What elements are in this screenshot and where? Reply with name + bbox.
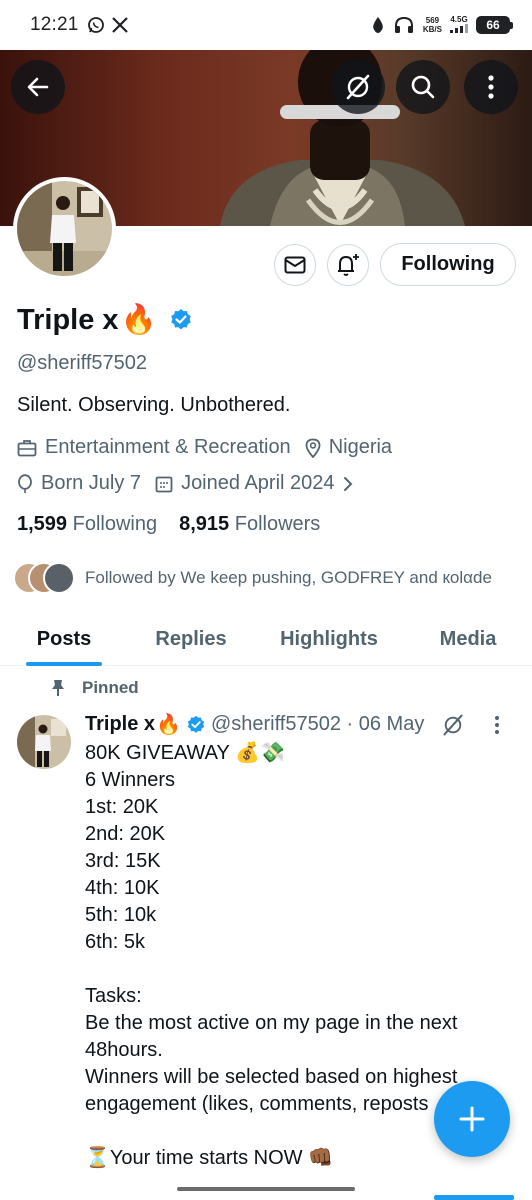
chevron-right-icon bbox=[343, 476, 352, 491]
bottom-action-strip bbox=[434, 1195, 514, 1200]
tweet-meta: @sheriff57502 · 06 May bbox=[210, 713, 425, 735]
notify-button[interactable] bbox=[327, 244, 369, 286]
display-name: Triple x 🔥 bbox=[17, 303, 193, 337]
tweet-author-name[interactable]: Triple x bbox=[85, 713, 155, 736]
tweet-line bbox=[85, 1118, 485, 1145]
tweet-line: 48hours. bbox=[85, 1039, 163, 1061]
profile-location: Nigeria bbox=[328, 436, 393, 458]
envelope-icon bbox=[284, 256, 306, 274]
grok-icon[interactable] bbox=[441, 713, 465, 737]
message-button[interactable] bbox=[274, 244, 316, 286]
battery-indicator: 66 bbox=[476, 16, 513, 34]
tweet-author-emoji: 🔥 bbox=[156, 714, 181, 736]
grok-button[interactable] bbox=[331, 60, 385, 114]
avatar-image bbox=[17, 181, 112, 276]
tweet-line: engagement (likes, comments, reposts bbox=[85, 1093, 429, 1115]
balloon-icon bbox=[18, 473, 32, 493]
pinned-label: Pinned bbox=[50, 678, 139, 698]
more-vertical-icon bbox=[488, 75, 494, 99]
profile-tabs: Posts Replies Highlights Media bbox=[0, 612, 532, 666]
tweet-line: 4th: 10K bbox=[85, 877, 160, 899]
arrow-left-icon bbox=[27, 77, 49, 97]
back-button[interactable] bbox=[11, 60, 65, 114]
tab-replies[interactable]: Replies bbox=[128, 612, 254, 666]
tweet-avatar-image bbox=[17, 715, 71, 769]
tweet-line bbox=[85, 956, 485, 983]
network-type: 4.5G bbox=[450, 15, 468, 35]
briefcase-icon bbox=[17, 439, 37, 456]
headphones-icon bbox=[394, 16, 413, 33]
tweet-line: 3rd: 15K bbox=[85, 850, 161, 872]
verified-badge-icon bbox=[170, 309, 191, 330]
search-icon bbox=[411, 75, 435, 99]
follow-counts: 1,599 Following 8,915 Followers bbox=[17, 513, 320, 536]
following-button[interactable]: Following bbox=[380, 243, 516, 286]
profile-avatar[interactable] bbox=[13, 177, 116, 280]
following-count-link[interactable]: 1,599 Following bbox=[17, 513, 157, 536]
bell-plus-icon bbox=[338, 254, 359, 276]
followed-by-text: Followed by We keep pushing, GODFREY and… bbox=[85, 568, 492, 587]
profile-joined: Joined April 2024 bbox=[181, 472, 335, 494]
profile-bio: Silent. Observing. Unbothered. bbox=[17, 394, 291, 416]
profile-meta-row-2: Born July 7 Joined April 2024 bbox=[17, 472, 359, 495]
grok-icon bbox=[346, 74, 370, 100]
data-saver-icon bbox=[373, 17, 383, 33]
tweet-line: ⏳Your time starts NOW 👊🏾 bbox=[85, 1147, 333, 1169]
tweet-line: Be the most active on my page in the nex… bbox=[85, 1012, 458, 1034]
tweet-line: 2nd: 20K bbox=[85, 823, 166, 845]
status-bar: 12:21 569 KB/S 4.5G 66 bbox=[0, 0, 532, 50]
tweet-line: Tasks: bbox=[85, 985, 142, 1007]
tweet-line: 5th: 10k bbox=[85, 904, 157, 926]
network-speed: 569 KB/S bbox=[422, 16, 442, 34]
tweet-line: 6th: 5k bbox=[85, 931, 146, 953]
tab-media[interactable]: Media bbox=[404, 612, 532, 666]
profile-handle: @sheriff57502 bbox=[17, 352, 148, 374]
followers-count-link[interactable]: 8,915 Followers bbox=[179, 513, 320, 536]
tweet-line: 1st: 20K bbox=[85, 796, 159, 818]
fire-emoji: 🔥 bbox=[120, 304, 157, 336]
followed-by-row[interactable]: Followed by We keep pushing, GODFREY and… bbox=[13, 562, 492, 594]
calendar-icon bbox=[155, 476, 173, 492]
profile-birthday: Born July 7 bbox=[41, 472, 142, 494]
gesture-nav-handle[interactable] bbox=[177, 1187, 355, 1191]
profile-meta-row-1: Entertainment & Recreation Nigeria bbox=[17, 436, 398, 459]
tweet-line: 6 Winners bbox=[85, 769, 176, 791]
tweet-body: 80K GIVEAWAY 💰💸 6 Winners 1st: 20K 2nd: … bbox=[85, 740, 485, 1172]
tweet-header: Triple x 🔥 @sheriff57502 · 06 May bbox=[85, 712, 500, 737]
display-name-text: Triple x bbox=[17, 303, 119, 336]
plus-icon bbox=[459, 1106, 485, 1132]
compose-button[interactable] bbox=[434, 1081, 510, 1157]
more-button[interactable] bbox=[464, 60, 518, 114]
tweet-line: 80K GIVEAWAY 💰💸 bbox=[85, 742, 285, 764]
x-logo-icon bbox=[111, 17, 128, 33]
joined-date-link[interactable]: Joined April 2024 bbox=[155, 472, 352, 495]
tweet-author-avatar[interactable] bbox=[17, 715, 71, 769]
whatsapp-icon bbox=[87, 17, 104, 33]
follower-avatar-3 bbox=[43, 562, 75, 594]
verified-badge-icon bbox=[187, 715, 205, 733]
tab-posts[interactable]: Posts bbox=[0, 612, 128, 666]
status-time: 12:21 bbox=[30, 14, 79, 35]
profile-category: Entertainment & Recreation bbox=[45, 436, 291, 458]
pin-icon bbox=[52, 680, 64, 696]
search-button[interactable] bbox=[396, 60, 450, 114]
tab-highlights[interactable]: Highlights bbox=[254, 612, 404, 666]
tweet-line: Winners will be selected based on highes… bbox=[85, 1066, 458, 1088]
tweet-more-icon[interactable] bbox=[494, 715, 500, 735]
signal-icon bbox=[450, 24, 468, 33]
location-pin-icon bbox=[305, 438, 321, 458]
